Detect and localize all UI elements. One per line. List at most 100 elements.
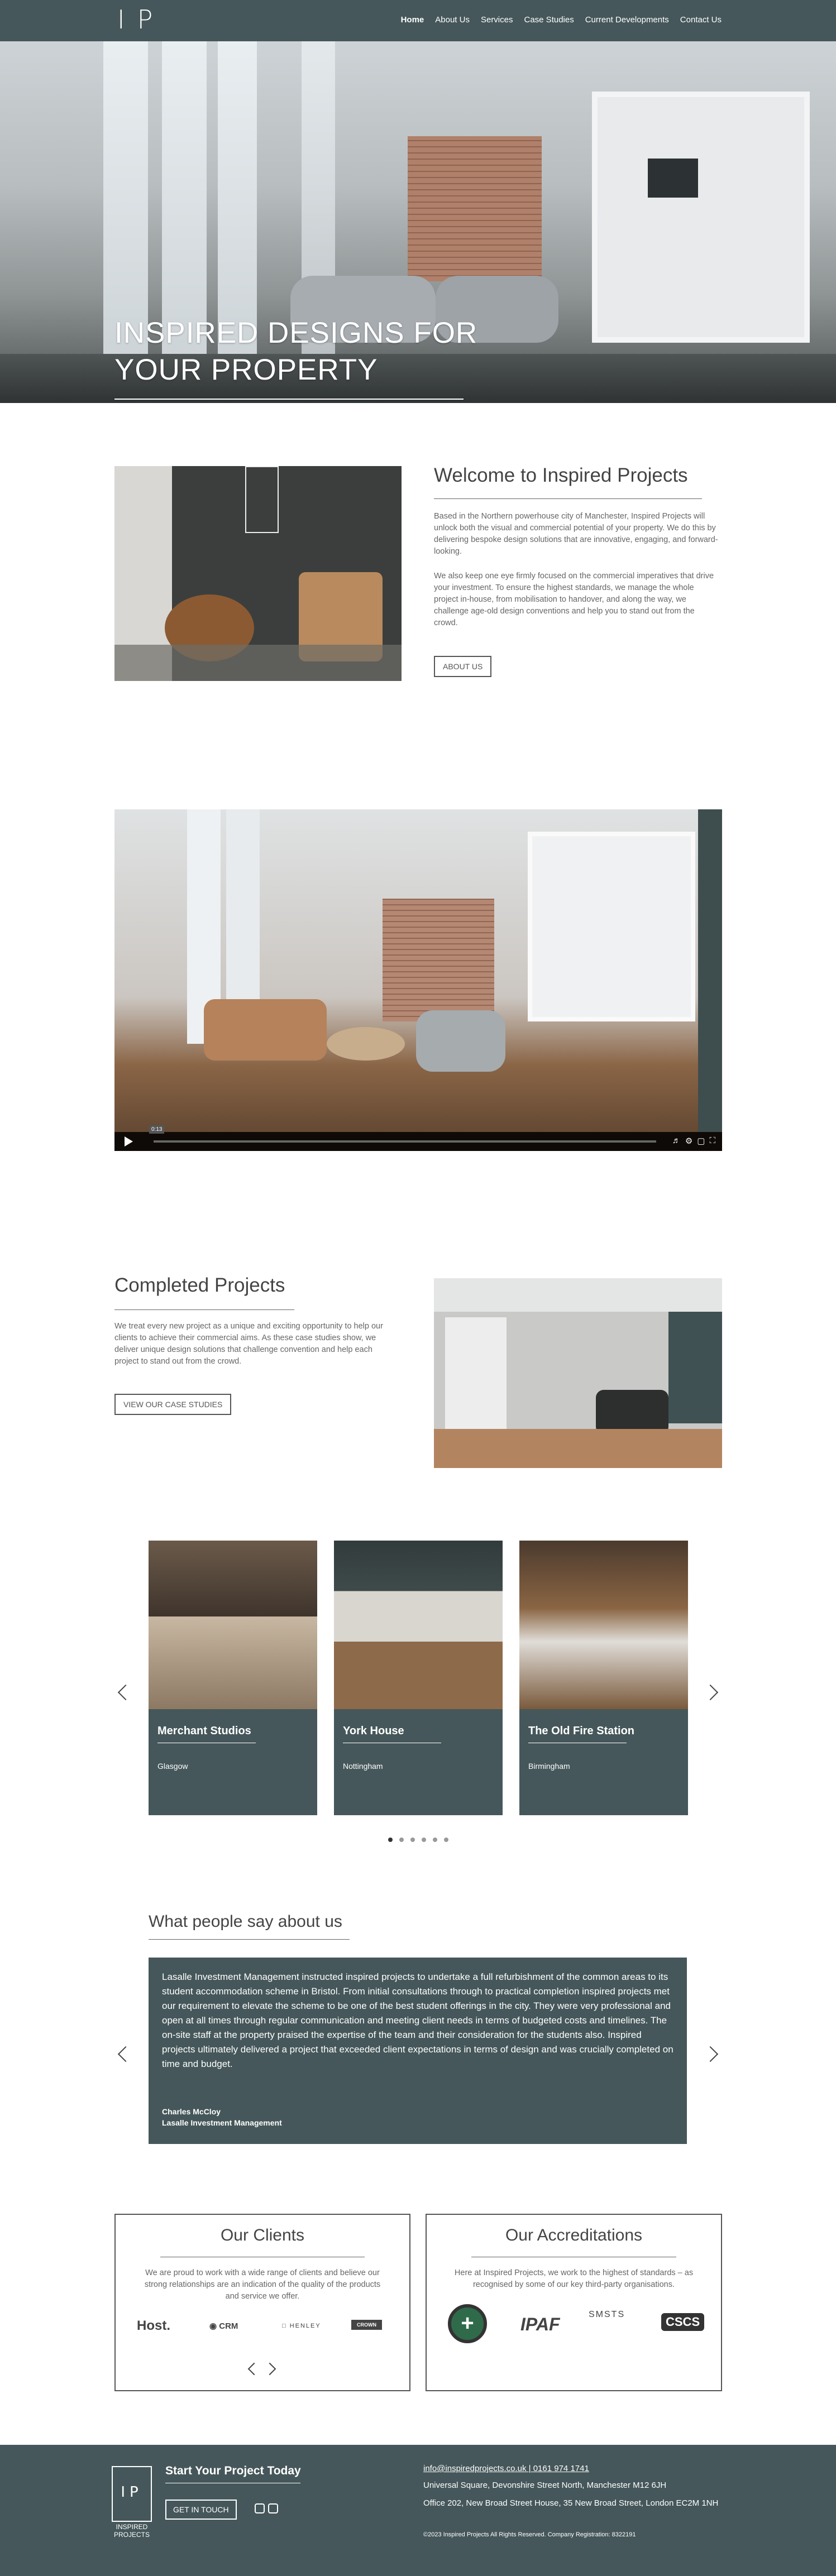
clients-panel: Our Clients We are proud to work with a … [114,2214,410,2391]
hero-slider: INSPIRED DESIGNS FOR YOUR PROPERTY [0,41,836,403]
case-card-location: Birmingham [528,1762,570,1771]
testimonial-quote: Lasalle Investment Management instructed… [162,1971,673,2069]
welcome-paragraph-2: We also keep one eye firmly focused on t… [434,572,714,627]
clients-prev-arrow[interactable] [247,2362,261,2376]
video-progress-bar[interactable] [154,1140,656,1143]
case-next-arrow[interactable] [702,1684,719,1701]
fullscreen-icon[interactable]: ⛶ [709,1136,715,1146]
hero-shelving [592,92,810,343]
testimonial-author: Charles McCloy [162,2107,221,2116]
view-case-studies-button[interactable]: VIEW OUR CASE STUDIES [114,1394,232,1415]
completed-divider [114,1309,294,1310]
case-dot[interactable] [399,1838,404,1842]
case-card-title: The Old Fire Station [528,1725,635,1737]
video-table [327,1027,405,1061]
completed-image [434,1278,722,1468]
volume-icon[interactable]: ♬ [672,1136,681,1146]
completed-image-wall [668,1312,722,1423]
footer-contact[interactable]: info@inspiredprojects.co.uk | 0161 974 1… [423,2463,589,2475]
main-nav: Home About Us Services Case Studies Curr… [401,15,722,25]
clients-next-arrow[interactable] [263,2362,276,2376]
nav-about-us[interactable]: About Us [435,15,470,25]
client-logo-crm: ◉ CRM [209,2321,238,2331]
hero-brick-wall [408,136,542,281]
client-logo-crm-text: CRM [219,2321,238,2331]
footer-logo-text: INSPIRED PROJECTS [113,2523,150,2539]
case-prev-arrow[interactable] [117,1684,134,1701]
video-armchair [416,1010,505,1072]
case-card-location: Nottingham [343,1762,383,1771]
case-dot[interactable] [422,1838,426,1842]
footer-address-manchester: Universal Square, Devonshire Street Nort… [423,2481,667,2490]
video-wall [698,809,722,1132]
completed-text: We treat every new project as a unique a… [114,1322,383,1366]
completed-image-floor [434,1429,722,1468]
welcome-title: Welcome to Inspired Projects [434,464,688,486]
linkedin-icon[interactable] [268,2503,278,2513]
case-card-image [149,1541,317,1709]
case-dot[interactable] [444,1838,448,1842]
site-logo[interactable]: IP [117,4,165,35]
hero-title-line2: YOUR PROPERTY [114,353,378,386]
client-logo-henley-text: HENLEY [289,2323,321,2329]
footer-logo[interactable]: IP [112,2466,152,2522]
pip-icon[interactable]: ▢ [697,1136,705,1146]
accreditation-logo-cscs: CSCS [661,2313,705,2331]
settings-icon[interactable]: ⚙ [685,1136,692,1146]
case-dot[interactable] [388,1838,393,1842]
nav-services[interactable]: Services [481,15,513,25]
welcome-image [114,466,402,681]
footer-logo-mark: IP [121,2484,143,2501]
case-card-title: Merchant Studios [157,1725,251,1737]
nav-case-studies[interactable]: Case Studies [524,15,574,25]
footer-address-london: Office 202, New Broad Street House, 35 N… [423,2498,719,2508]
clients-title: Our Clients [220,2226,305,2244]
completed-image-shelving [445,1317,507,1429]
case-card-merchant-studios[interactable]: Merchant Studios Glasgow [149,1541,317,1815]
video-time: 0:13 [149,1125,165,1134]
site-header: IP Home About Us Services Case Studies C… [0,0,836,41]
accreditations-panel: Our Accreditations Here at Inspired Proj… [426,2214,722,2391]
footer-cta-title: Start Your Project Today [165,2464,301,2477]
testimonial-next-arrow[interactable] [702,2046,719,2062]
case-dot[interactable] [433,1838,437,1842]
case-card-title: York House [343,1725,404,1737]
welcome-image-logo-frame [245,466,279,533]
get-in-touch-button[interactable]: GET IN TOUCH [165,2500,237,2520]
completed-image-ceiling [434,1278,722,1312]
case-pagination [388,1838,448,1842]
accreditation-logo-ipaf: IPAF [520,2314,560,2334]
welcome-image-rug [114,645,402,681]
footer-legal: ©2023 Inspired Projects All Rights Reser… [423,2531,636,2538]
testimonials-title: What people say about us [149,1912,342,1931]
accreditation-logo-smsts: SMSTS [589,2310,625,2319]
hero-title: INSPIRED DESIGNS FOR YOUR PROPERTY [114,315,477,388]
accreditation-logo-safety: + [448,2304,487,2343]
case-card-old-fire-station[interactable]: The Old Fire Station Birmingham [519,1541,688,1815]
hero-title-line1: INSPIRED DESIGNS FOR [114,316,478,349]
testimonial-prev-arrow[interactable] [117,2046,134,2062]
client-logo-henley: □ HENLEY [282,2323,321,2329]
case-card-york-house[interactable]: York House Nottingham [334,1541,503,1815]
video-brick-wall [383,899,494,1021]
nav-current-developments[interactable]: Current Developments [585,15,669,25]
site-footer: IP INSPIRED PROJECTS Start Your Project … [0,2445,836,2576]
video-sofa [204,999,327,1061]
nav-home[interactable]: Home [401,15,424,25]
completed-image-sofa [596,1390,668,1435]
nav-contact-us[interactable]: Contact Us [680,15,722,25]
client-logo-host: Host. [137,2318,170,2333]
testimonial-card: Lasalle Investment Management instructed… [149,1958,687,2144]
video-controls: 0:13 ♬ ⚙ ▢ ⛶ [114,1125,722,1151]
accreditations-title: Our Accreditations [505,2226,643,2244]
case-dot[interactable] [410,1838,415,1842]
client-logo-crown: CROWN [351,2320,382,2330]
about-us-button[interactable]: ABOUT US [434,656,492,677]
footer-social [255,2503,278,2513]
welcome-divider [434,498,702,499]
case-card-location: Glasgow [157,1762,188,1771]
play-icon[interactable] [125,1136,133,1147]
instagram-icon[interactable] [255,2503,265,2513]
video-player[interactable]: 0:13 ♬ ⚙ ▢ ⛶ [114,809,722,1151]
hero-tv [648,159,698,198]
